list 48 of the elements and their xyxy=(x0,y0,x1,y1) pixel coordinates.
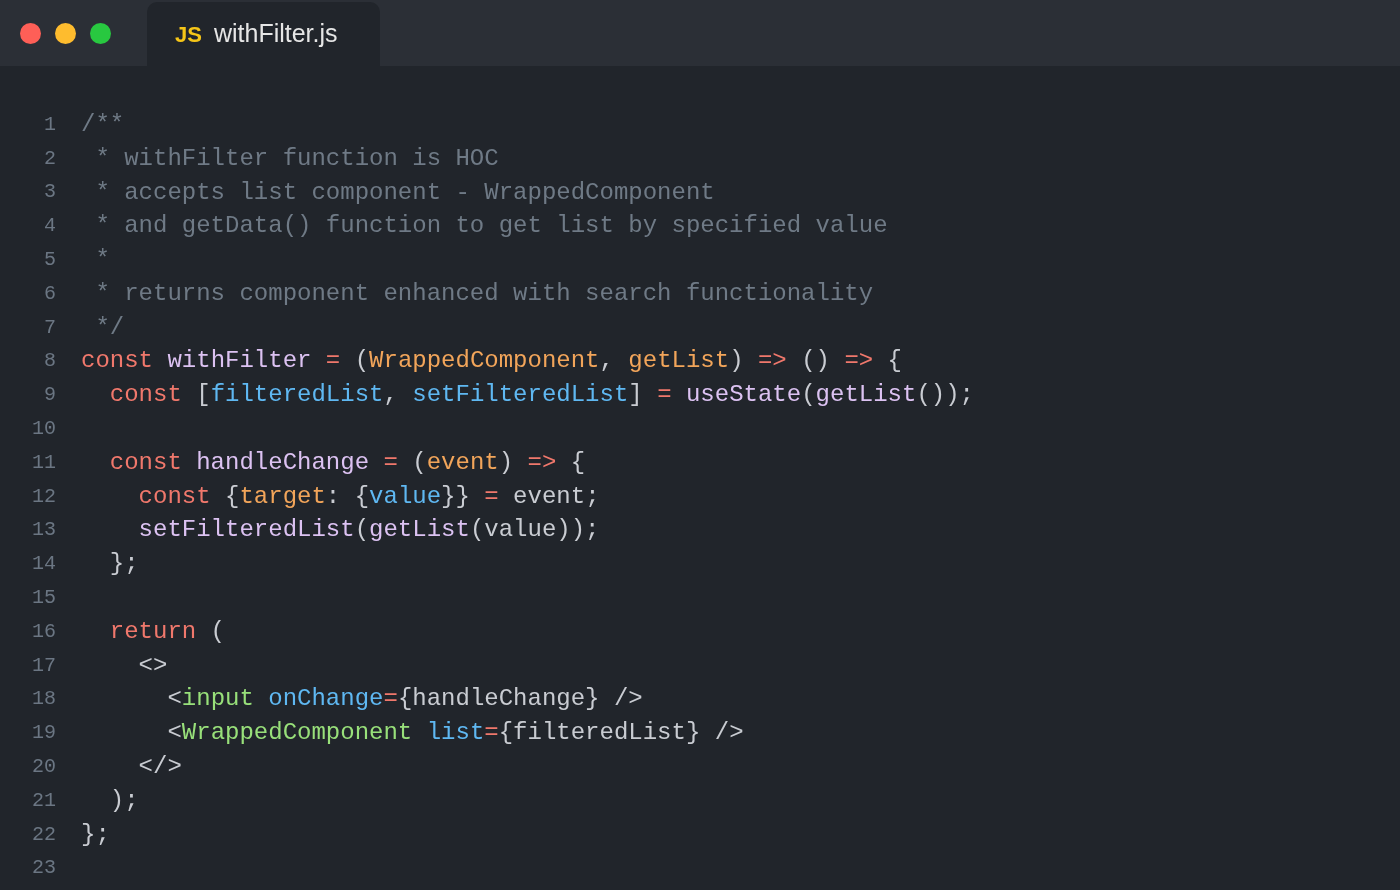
window-control-button[interactable] xyxy=(90,22,111,44)
code-line: }; xyxy=(108,549,139,580)
line-number: 20 xyxy=(31,754,56,781)
code-line: return ( xyxy=(108,616,226,647)
line-number: 19 xyxy=(31,720,56,747)
line-number: 23 xyxy=(31,855,56,882)
line-number: 6 xyxy=(43,280,56,307)
code-line: const handleChange = (event) => { xyxy=(108,447,586,478)
window-control-button[interactable] xyxy=(55,22,76,44)
line-number: 15 xyxy=(31,585,56,612)
line-number: 18 xyxy=(31,686,56,713)
line-number: 8 xyxy=(43,348,56,375)
line-number: 1 xyxy=(43,111,56,138)
line-number: 11 xyxy=(31,449,56,476)
code-line: ); xyxy=(108,785,139,816)
code-line: <> xyxy=(137,650,168,681)
javascript-file-icon: JS xyxy=(175,17,202,51)
code-line: * withFilter function is HOC xyxy=(94,143,499,174)
file-tab[interactable]: JS withFilter.js xyxy=(147,2,380,66)
line-number: 22 xyxy=(31,821,56,848)
code-line: * xyxy=(94,245,110,276)
code-line: */ xyxy=(94,312,125,343)
code-line: * returns component enhanced with search functionality xyxy=(94,278,874,309)
line-number: 13 xyxy=(31,517,56,544)
line-number: 3 xyxy=(43,179,56,206)
line-number: 10 xyxy=(31,416,56,443)
line-number: 21 xyxy=(31,787,56,814)
code-line: * and getData() function to get list by specified value xyxy=(94,211,888,242)
line-number: 2 xyxy=(43,145,56,172)
line-number: 4 xyxy=(43,213,56,240)
code-line: }; xyxy=(81,819,110,850)
code-line: * accepts list component - WrappedComponent xyxy=(94,177,715,208)
code-line: </> xyxy=(137,752,182,783)
code-line: const {target: {value}} = event; xyxy=(137,481,600,512)
code-line: setFilteredList(getList(value)); xyxy=(137,515,600,546)
code-line: /** xyxy=(81,109,125,140)
line-number: 17 xyxy=(31,652,56,679)
code-line: const [filteredList, setFilteredList] = useState(getList()); xyxy=(108,380,974,411)
line-number: 14 xyxy=(31,551,56,578)
line-number: 16 xyxy=(31,618,56,645)
code-line: <WrappedComponent list={filteredList} /> xyxy=(166,718,744,749)
line-number: 12 xyxy=(31,483,56,510)
code-line: const withFilter = (WrappedComponent, getList) => () => { xyxy=(81,346,902,377)
code-line: <input onChange={handleChange} /> xyxy=(166,684,643,715)
line-number: 7 xyxy=(43,314,56,341)
line-number: 5 xyxy=(43,247,56,274)
line-number: 9 xyxy=(43,382,56,409)
window-control-button[interactable] xyxy=(20,22,41,44)
